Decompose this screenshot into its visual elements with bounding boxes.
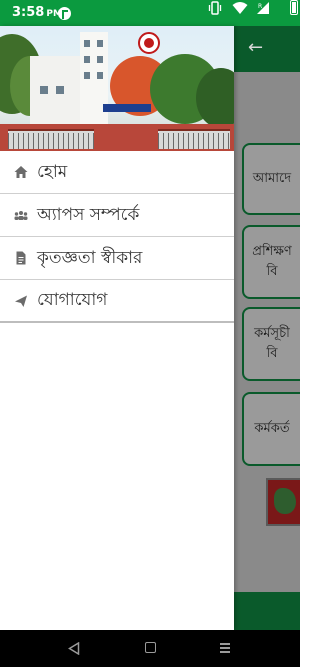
background-app-scrim[interactable]: ← আমাদে প্রশিক্ষণ বি কর্মসূচী বি কর্মকর্… xyxy=(234,26,300,630)
back-arrow-icon[interactable]: ← xyxy=(248,39,263,57)
navigation-drawer: হোম অ্যাপস সম্পর্কে কৃতজ্ঞতা স্বীকার যোগ… xyxy=(0,26,234,630)
card-text: কর্মকর্ত xyxy=(254,421,290,436)
menu-item-label: হোম xyxy=(37,161,68,182)
background-card[interactable]: প্রশিক্ষণ বি xyxy=(242,225,300,299)
card-text: কর্মসূচী xyxy=(254,326,290,341)
nav-home-icon[interactable] xyxy=(145,642,156,653)
battery-fill xyxy=(292,2,296,13)
vibrate-icon xyxy=(208,1,222,15)
svg-text:R: R xyxy=(258,3,262,10)
drawer-header-image xyxy=(0,26,234,151)
status-bar: 3:58 PM R xyxy=(0,0,300,26)
home-icon xyxy=(14,166,28,178)
menu-item-acknowledgement[interactable]: কৃতজ্ঞতা স্বীকার xyxy=(0,237,234,280)
clock-text: 3:58 xyxy=(12,5,45,20)
card-text: প্রশিক্ষণ xyxy=(252,244,292,259)
menu-item-label: অ্যাপস সম্পর্কে xyxy=(37,204,140,225)
system-navigation-bar xyxy=(0,630,300,667)
menu-item-label: যোগাযোগ xyxy=(37,290,108,310)
card-text: বি xyxy=(266,346,278,361)
background-card[interactable]: কর্মকর্ত xyxy=(242,392,300,466)
background-card[interactable]: আমাদে xyxy=(242,143,300,215)
card-text: আমাদে xyxy=(252,171,292,186)
background-card[interactable]: কর্মসূচী বি xyxy=(242,307,300,381)
wifi-icon xyxy=(232,2,248,14)
signal-icon: R xyxy=(257,2,269,14)
drawer-menu: হোম অ্যাপস সম্পর্কে কৃতজ্ঞতা স্বীকার যোগ… xyxy=(0,151,234,323)
send-icon xyxy=(15,295,27,307)
people-icon xyxy=(14,211,28,220)
menu-item-about[interactable]: অ্যাপস সম্পর্কে xyxy=(0,194,234,237)
menu-item-home[interactable]: হোম xyxy=(0,151,234,194)
app-notification-icon xyxy=(58,7,71,20)
menu-item-label: কৃতজ্ঞতা স্বীকার xyxy=(37,247,143,268)
government-emblem xyxy=(266,478,300,526)
card-text: বি xyxy=(266,264,278,279)
office-signboard xyxy=(103,104,151,112)
nav-back-icon[interactable] xyxy=(68,642,80,655)
nav-recents-icon[interactable] xyxy=(220,643,230,653)
document-icon xyxy=(16,251,26,265)
background-toolbar: ← xyxy=(234,26,300,72)
status-time: 3:58 PM xyxy=(12,5,62,20)
organization-logo xyxy=(138,32,160,54)
battery-icon xyxy=(290,0,298,15)
menu-item-contact[interactable]: যোগাযোগ xyxy=(0,280,234,323)
background-footer xyxy=(234,592,300,630)
